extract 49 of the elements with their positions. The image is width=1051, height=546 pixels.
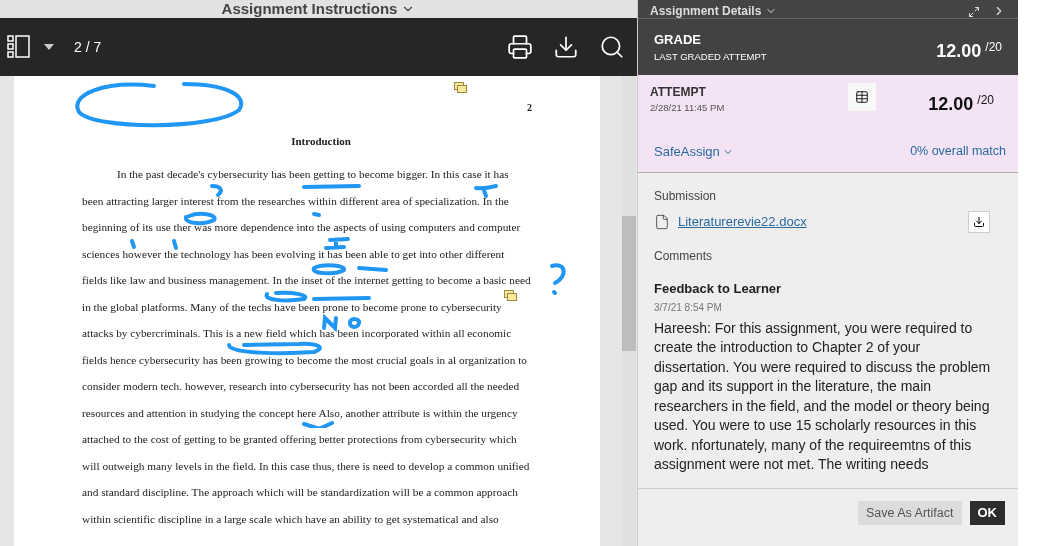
grade-score: 12.00 [936,39,982,63]
comment-title: Feedback to Learner [654,280,783,298]
rubric-button[interactable] [848,83,876,111]
document-heading: Introduction [291,134,351,149]
comment-note-icon[interactable] [454,82,468,94]
attempt-label: ATTEMPT [650,84,707,101]
document-line: sciences however the technology has been evolving it has been able to get into other different [82,246,505,262]
grid-icon [855,90,869,104]
expand-icon[interactable] [968,6,980,18]
comment-date: 3/7/21 8:54 PM [654,300,723,315]
print-icon[interactable] [507,34,533,60]
save-artifact-button[interactable]: Save As Artifact [857,501,962,525]
caret-icon[interactable] [44,44,54,50]
document-line: attacks by cybercriminals. This is a new field which has been incorporated within all economic [82,326,512,342]
document-line: fields like law and business management. In the inset of the internet getting to become a basic need [82,273,531,289]
comment-note-icon[interactable] [504,290,518,302]
document-line: in the global platforms. Many of the techs have been prone to become prone to cybersecurity [82,299,502,315]
page-number: 2 [527,101,532,115]
document-line: In the past decade's cybersecurity has been getting to become bigger. In this case it has [117,167,509,183]
file-link[interactable]: Literaturerevie22.docx [678,212,807,232]
comment-text: Hareesh: For this assignment, you were required to create the introduction to Chapter 2 of your dissertation. You were required to discuss the problem gap and its support in the literature, the main researchers in the field, and the model or theory being used. You were to use 15 scholarly resources in this work. nfortunately, many of the requireemtns of this assignment were not met. The writing needs [654,318,992,474]
submission-label: Submission [654,188,718,205]
attempt-date: 2/28/21 11:45 PM [650,101,726,115]
attempt-total: /20 [977,92,994,109]
match-link[interactable]: 0% overall match [910,142,1006,162]
ok-button[interactable]: OK [969,501,1005,525]
document-line: consider modern tech. however, research into cybersecurity has not been accorded all the needed [82,379,520,395]
grade-total: /20 [985,38,1002,56]
comments-label: Comments [654,248,713,265]
thumbnails-icon[interactable] [6,34,32,60]
document-line: beginning of its use ther was more dependence into the aspects of using computers and computer [82,220,521,236]
document-line: attached to the cost of getting to be granted offering better protections from cybersecurity which [82,432,517,448]
download-button[interactable] [968,211,990,233]
document-line: within scientific discipline in a large scale which have an ability to get systematical and also [82,511,499,527]
page-indicator: 2 / 7 [74,37,102,57]
document-line: resources and attention in studying the concept here Also, another attribute is within the urgency [82,405,518,421]
document-line: been attracting larger interest from the researches within different area of specialization. In the [82,193,509,209]
document-line: will outweigh many levels in the field. In this case thus, there is need to develop a common unified [82,458,530,474]
grade-sublabel: LAST GRADED ATTEMPT [654,49,767,64]
grade-label: GRADE [654,31,702,50]
download-icon [973,216,985,228]
document-line: and standard discipline. The approach which will be standardization will be a common approach [82,485,518,501]
scrollbar-thumb[interactable] [622,216,636,351]
file-icon [654,214,670,230]
search-icon[interactable] [599,34,625,60]
download-icon[interactable] [553,34,579,60]
safeassign-menu[interactable]: SafeAssign [654,142,734,162]
document-line: fields hence cybersecurity has been growing to become the most crucial goals in al organization to [82,352,527,368]
attempt-score: 12.00 [928,93,974,116]
